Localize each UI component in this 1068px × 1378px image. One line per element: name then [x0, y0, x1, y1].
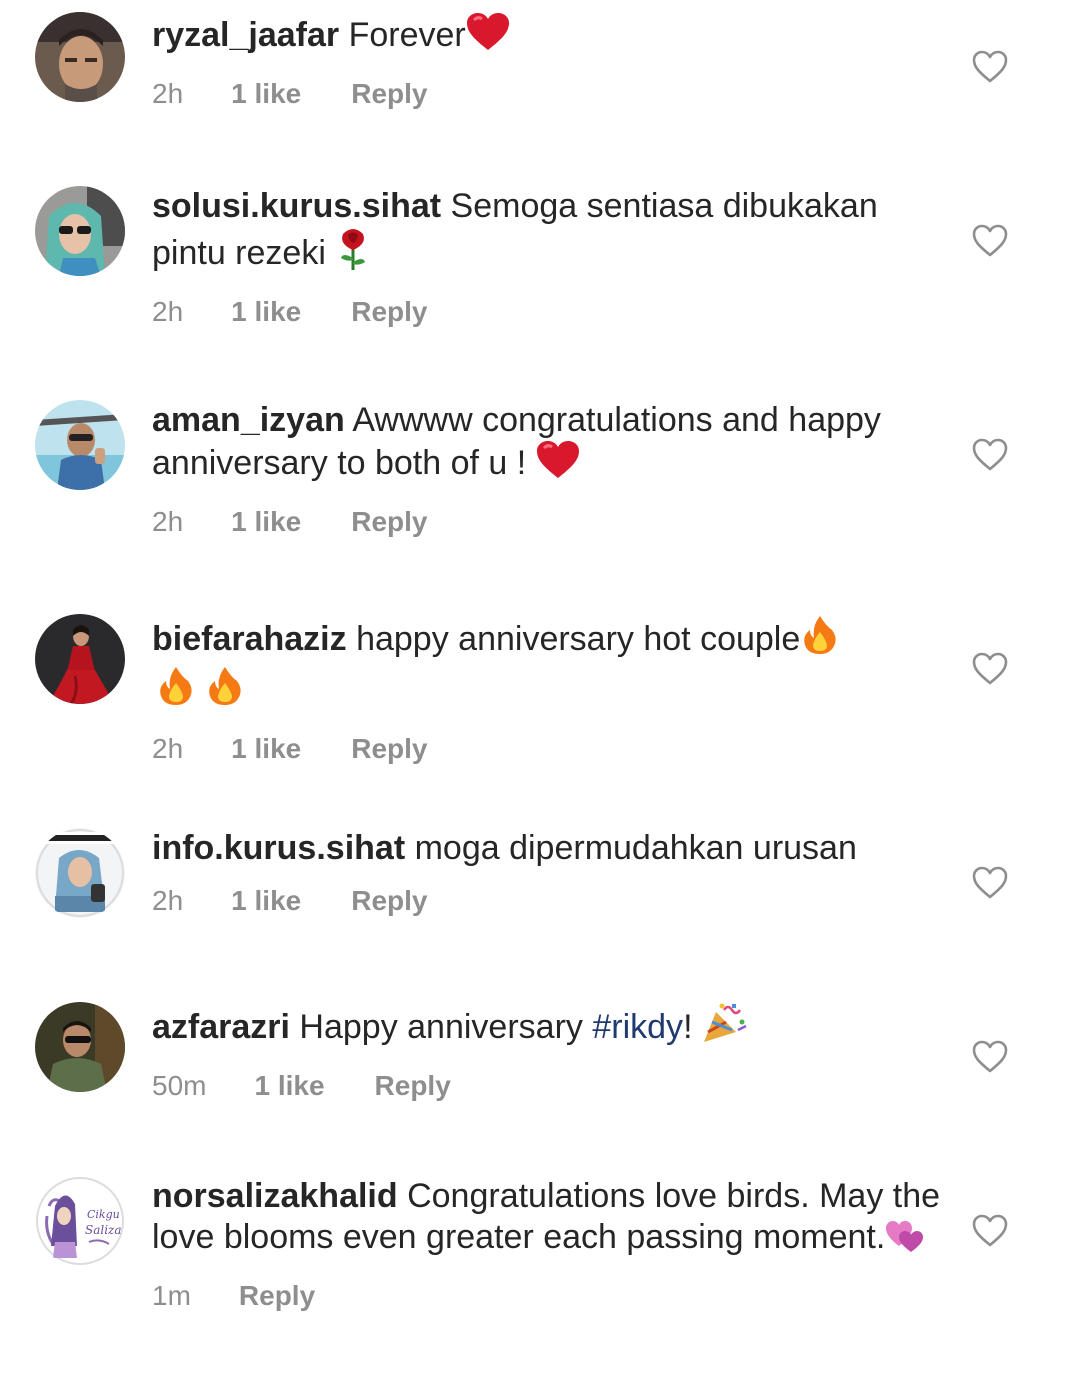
avatar-lettering: Cikgu: [87, 1208, 120, 1221]
fire-icon: [205, 665, 245, 716]
rose-icon: [335, 226, 371, 279]
reply-button[interactable]: Reply: [239, 1279, 315, 1313]
comment-meta: 2h 1 like Reply: [152, 505, 942, 539]
comment-username[interactable]: biefarahaziz: [152, 620, 347, 658]
comment-time: 2h: [152, 78, 184, 109]
comment-text: ryzal_jaafar Forever: [152, 12, 942, 61]
comment-likes[interactable]: 1 like: [231, 77, 301, 111]
comment-text: info.kurus.sihat moga dipermudahkan urus…: [152, 829, 857, 867]
avatar[interactable]: [35, 186, 125, 276]
comment-username[interactable]: info.kurus.sihat: [152, 829, 405, 867]
comment-time: 2h: [152, 885, 184, 916]
avatar[interactable]: [35, 12, 125, 102]
comment-username[interactable]: azfarazri: [152, 1008, 290, 1046]
reply-button[interactable]: Reply: [351, 884, 427, 918]
comment-likes[interactable]: 1 like: [231, 884, 301, 918]
reply-button[interactable]: Reply: [375, 1069, 451, 1103]
avatar[interactable]: Cikgu Saliza: [35, 1176, 125, 1266]
two-hearts-icon: [885, 1216, 925, 1263]
comment-time: 50m: [152, 1070, 207, 1101]
hashtag-link[interactable]: #rikdy: [592, 1008, 683, 1046]
avatar[interactable]: [35, 614, 125, 704]
comment-text: azfarazri Happy anniversary #rikdy!: [152, 1002, 942, 1053]
reply-button[interactable]: Reply: [351, 77, 427, 111]
fire-icon: [156, 665, 196, 716]
comment-text: biefarahaziz happy anniversary hot coupl…: [152, 614, 942, 716]
comment-time: 2h: [152, 506, 184, 537]
comment-meta: 2h 1 like Reply: [152, 732, 942, 766]
red-heart-icon: [536, 440, 580, 489]
avatar[interactable]: [35, 828, 125, 918]
comment-text: solusi.kurus.sihat Semoga sentiasa dibuk…: [152, 186, 942, 279]
comment-meta: 2h 1 like Reply: [152, 884, 942, 918]
comment-text: aman_izyan Awwww congratulations and hap…: [152, 400, 942, 489]
like-heart-icon[interactable]: [972, 50, 1008, 84]
like-heart-icon[interactable]: [972, 866, 1008, 900]
comment-likes[interactable]: 1 like: [231, 505, 301, 539]
comment-username[interactable]: ryzal_jaafar: [152, 16, 339, 54]
comment-likes[interactable]: 1 like: [254, 1069, 324, 1103]
comment-meta: 1m Reply: [152, 1279, 942, 1313]
comment-meta: 2h 1 like Reply: [152, 295, 942, 329]
comment-username[interactable]: solusi.kurus.sihat: [152, 187, 441, 225]
comment-username[interactable]: aman_izyan: [152, 401, 345, 439]
comment-username[interactable]: norsalizakhalid: [152, 1177, 398, 1215]
like-heart-icon[interactable]: [972, 438, 1008, 472]
red-heart-icon: [466, 12, 510, 61]
comment-time: 2h: [152, 733, 184, 764]
reply-button[interactable]: Reply: [351, 732, 427, 766]
fire-icon: [800, 614, 840, 665]
party-popper-icon: [702, 1002, 748, 1053]
avatar[interactable]: [35, 1002, 125, 1092]
like-heart-icon[interactable]: [972, 1040, 1008, 1074]
like-heart-icon[interactable]: [972, 1214, 1008, 1248]
comment-meta: 50m 1 like Reply: [152, 1069, 942, 1103]
like-heart-icon[interactable]: [972, 652, 1008, 686]
comment-time: 2h: [152, 296, 184, 327]
comment-text: norsalizakhalid Congratulations love bir…: [152, 1176, 942, 1263]
comment-meta: 2h 1 like Reply: [152, 77, 942, 111]
comment-likes[interactable]: 1 like: [231, 295, 301, 329]
like-heart-icon[interactable]: [972, 224, 1008, 258]
avatar-lettering: Saliza: [85, 1223, 122, 1237]
comment-likes[interactable]: 1 like: [231, 732, 301, 766]
comment-time: 1m: [152, 1280, 191, 1311]
reply-button[interactable]: Reply: [351, 295, 427, 329]
reply-button[interactable]: Reply: [351, 505, 427, 539]
avatar[interactable]: [35, 400, 125, 490]
